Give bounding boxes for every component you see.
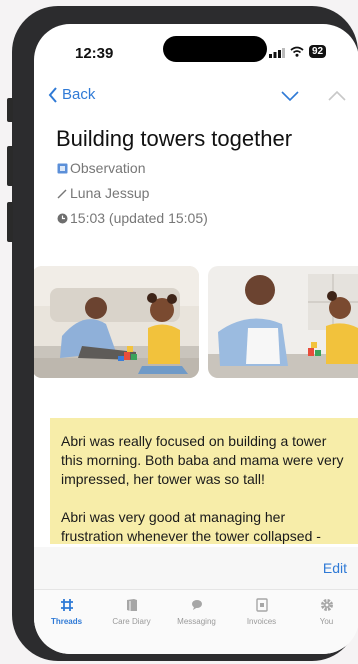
post-time-label: 15:03 (updated 15:05) [70, 210, 208, 226]
app-screen: 12:39 92 Back Building towers together O… [34, 24, 358, 654]
chevron-down-icon[interactable] [280, 90, 300, 102]
clock-icon [57, 213, 68, 223]
tab-threads[interactable]: Threads [34, 590, 99, 654]
phone-button [7, 146, 13, 186]
chat-bubble-icon [191, 600, 202, 610]
post-type-label: Observation [70, 160, 146, 176]
status-time: 12:39 [75, 45, 114, 62]
tab-label: Care Diary [112, 617, 151, 626]
nav-bar: Back [34, 86, 358, 110]
tab-bar: Threads Care Diary Messaging Invoices Yo… [34, 589, 358, 654]
invoice-icon [255, 598, 268, 612]
page-title: Building towers together [56, 126, 293, 151]
status-bar: 12:39 92 [34, 24, 358, 68]
tab-messaging[interactable]: Messaging [164, 590, 229, 654]
photo-father-daughter-blocks-2[interactable] [208, 266, 358, 378]
post-author-label: Luna Jessup [70, 185, 150, 201]
phone-button [7, 98, 13, 122]
tab-care-diary[interactable]: Care Diary [99, 590, 164, 654]
post-time: 15:03 (updated 15:05) [57, 210, 208, 226]
observation-icon [57, 163, 68, 173]
chevron-up-icon[interactable] [327, 90, 347, 102]
threads-icon [60, 599, 73, 611]
battery-indicator: 92 [309, 45, 327, 58]
tab-label: Messaging [177, 617, 216, 626]
post-type: Observation [57, 160, 145, 176]
back-button[interactable]: Back [48, 86, 95, 103]
photo-father-daughter-blocks-1[interactable] [34, 266, 199, 378]
observation-text: Abri was really focused on building a to… [50, 418, 358, 544]
wifi-icon [290, 46, 304, 57]
action-bar: Edit [34, 547, 358, 589]
photo-carousel[interactable] [34, 266, 358, 378]
tab-label: Invoices [246, 617, 277, 626]
tab-you[interactable]: You [294, 590, 358, 654]
phone-button [7, 202, 13, 242]
tab-label: You [319, 617, 334, 626]
edit-button[interactable]: Edit [323, 560, 347, 576]
phone-frame: 12:39 92 Back Building towers together O… [7, 6, 358, 661]
back-label: Back [62, 86, 96, 103]
signal-icon [269, 48, 285, 58]
post-author: Luna Jessup [57, 185, 149, 201]
pencil-icon [57, 189, 67, 198]
gear-icon [320, 599, 333, 611]
observation-paragraph: Abri was very good at managing her frust… [61, 509, 321, 544]
book-icon [126, 599, 137, 611]
chevron-left-icon [48, 86, 57, 103]
observation-paragraph: Abri was really focused on building a to… [61, 433, 344, 487]
tab-invoices[interactable]: Invoices [229, 590, 294, 654]
dynamic-island [163, 36, 267, 62]
tab-label: Threads [50, 617, 83, 626]
